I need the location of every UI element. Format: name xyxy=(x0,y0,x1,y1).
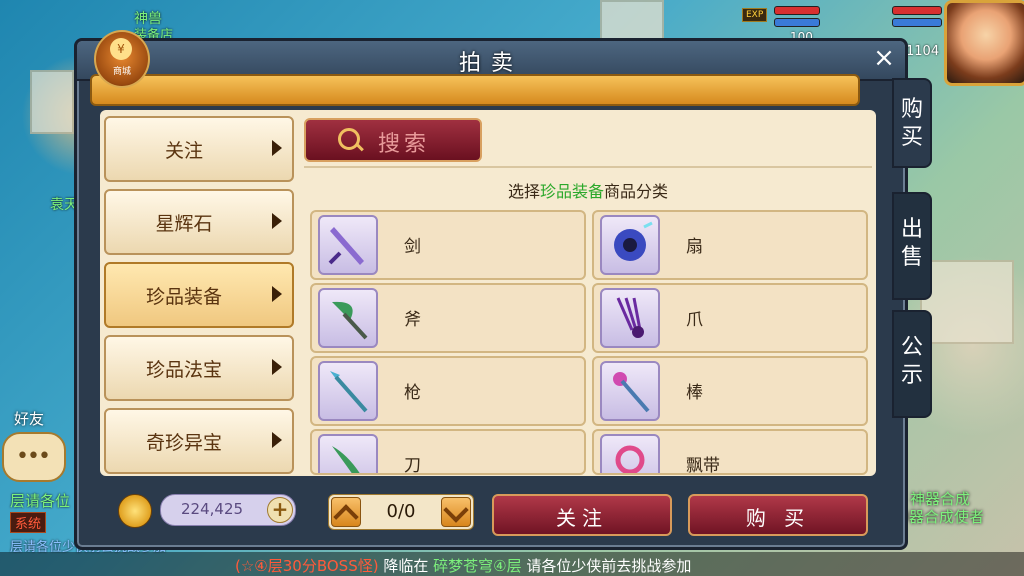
axe-icon xyxy=(318,288,378,348)
page-down-button[interactable] xyxy=(441,497,471,527)
marquee-location: 碎梦苍穹④层 xyxy=(433,557,522,575)
category-label: 珍品装备 xyxy=(145,286,222,308)
tab-label: 购买 xyxy=(900,97,923,150)
category-exotic-treasure[interactable]: 奇珍异宝 xyxy=(104,408,294,474)
player-avatar[interactable] xyxy=(944,0,1024,86)
category-label: 珍品法宝 xyxy=(145,359,222,381)
category-label: 星辉石 xyxy=(155,213,213,235)
mp-bar xyxy=(774,18,820,27)
marquee-text-2: 请各位少侠前去挑战参加 xyxy=(526,557,692,575)
category-label: 奇珍异宝 xyxy=(145,432,222,454)
ribbon-icon xyxy=(600,434,660,473)
tab-sell[interactable]: 出售 xyxy=(892,192,932,300)
buy-button[interactable]: 购 买 xyxy=(688,494,868,536)
spear-icon xyxy=(318,361,378,421)
search-icon xyxy=(338,128,360,150)
system-tag: 系统 xyxy=(10,512,47,533)
item-label: 枪 xyxy=(404,383,421,403)
shop-label: 商城 xyxy=(112,67,131,77)
item-label: 扇 xyxy=(686,237,703,257)
player-mp-bar xyxy=(892,18,942,27)
sword-icon xyxy=(318,215,378,275)
player-hp-bar xyxy=(892,6,942,15)
item-label: 刀 xyxy=(404,456,421,475)
tab-buy[interactable]: 购买 xyxy=(892,78,932,168)
category-star-stone[interactable]: 星辉石 xyxy=(104,189,294,255)
category-rare-treasure[interactable]: 珍品法宝 xyxy=(104,335,294,401)
hp-bar xyxy=(774,6,820,15)
dialog-title: 拍卖 xyxy=(458,51,523,76)
item-blade[interactable]: 刀 xyxy=(310,429,586,475)
item-label: 爪 xyxy=(686,310,703,330)
money-display: 224,425 + xyxy=(160,494,296,526)
item-label: 斧 xyxy=(404,310,421,330)
fan-icon xyxy=(600,215,660,275)
item-sword[interactable]: 剑 xyxy=(310,210,586,280)
follow-button-label: 关注 xyxy=(556,506,608,530)
item-label: 飘带 xyxy=(686,456,720,475)
prompt-highlight: 珍品装备 xyxy=(539,182,604,201)
item-label: 剑 xyxy=(404,237,421,257)
category-label: 关注 xyxy=(164,140,203,162)
chat-icon: ••• xyxy=(16,444,51,469)
prompt-suffix: 商品分类 xyxy=(604,182,669,201)
chat-line-1: 层请各位 xyxy=(10,492,71,510)
gold-coin-icon xyxy=(118,494,152,528)
item-ribbon[interactable]: 飘带 xyxy=(592,429,868,475)
arrow-right-icon xyxy=(272,213,282,229)
category-rare-equipment[interactable]: 珍品装备 xyxy=(104,262,294,328)
arrow-right-icon xyxy=(272,140,282,156)
marquee-text-1: 降临在 xyxy=(383,557,429,575)
item-staff[interactable]: 棒 xyxy=(592,356,868,426)
marquee-boss: (☆④层30分BOSS怪) xyxy=(235,557,379,575)
claw-icon xyxy=(600,288,660,348)
broadcast-marquee: (☆④层30分BOSS怪) 降临在 碎梦苍穹④层 请各位少侠前去挑战参加 xyxy=(0,552,1024,576)
tab-label: 出售 xyxy=(900,217,923,270)
shop-coin-icon: ¥ xyxy=(110,38,132,60)
chat-button[interactable]: ••• xyxy=(2,432,66,482)
arrow-right-icon xyxy=(272,359,282,375)
chevron-down-icon xyxy=(443,497,469,523)
tab-announce[interactable]: 公示 xyxy=(892,310,932,418)
item-spear[interactable]: 枪 xyxy=(310,356,586,426)
item-axe[interactable]: 斧 xyxy=(310,283,586,353)
exp-badge: EXP xyxy=(742,8,768,22)
follow-button[interactable]: 关注 xyxy=(492,494,672,536)
friend-label: 好友 xyxy=(14,410,45,428)
close-icon[interactable]: × xyxy=(869,43,899,73)
gold-rail-decoration xyxy=(90,74,860,106)
item-claw[interactable]: 爪 xyxy=(592,283,868,353)
prompt-prefix: 选择 xyxy=(507,182,540,201)
page-navigator: 0/0 xyxy=(328,494,474,530)
arrow-right-icon xyxy=(272,432,282,448)
category-follow[interactable]: 关注 xyxy=(104,116,294,182)
shop-button[interactable]: ¥ 商城 xyxy=(94,30,150,88)
item-fan[interactable]: 扇 xyxy=(592,210,868,280)
add-money-button[interactable]: + xyxy=(267,497,293,523)
search-label: 搜索 xyxy=(378,132,431,157)
buy-button-label: 购 买 xyxy=(745,506,811,530)
money-value: 224,425 xyxy=(181,500,244,518)
player-level: 1104 xyxy=(906,44,940,59)
search-button[interactable]: 搜索 xyxy=(304,118,482,162)
staff-icon xyxy=(600,361,660,421)
divider xyxy=(304,166,872,168)
friend-button[interactable]: 好友 xyxy=(0,380,60,428)
item-label: 棒 xyxy=(686,383,703,403)
blade-icon xyxy=(318,434,378,473)
category-prompt: 选择珍品装备商品分类 xyxy=(304,178,872,202)
tab-label: 公示 xyxy=(900,335,923,388)
arrow-right-icon xyxy=(272,286,282,302)
